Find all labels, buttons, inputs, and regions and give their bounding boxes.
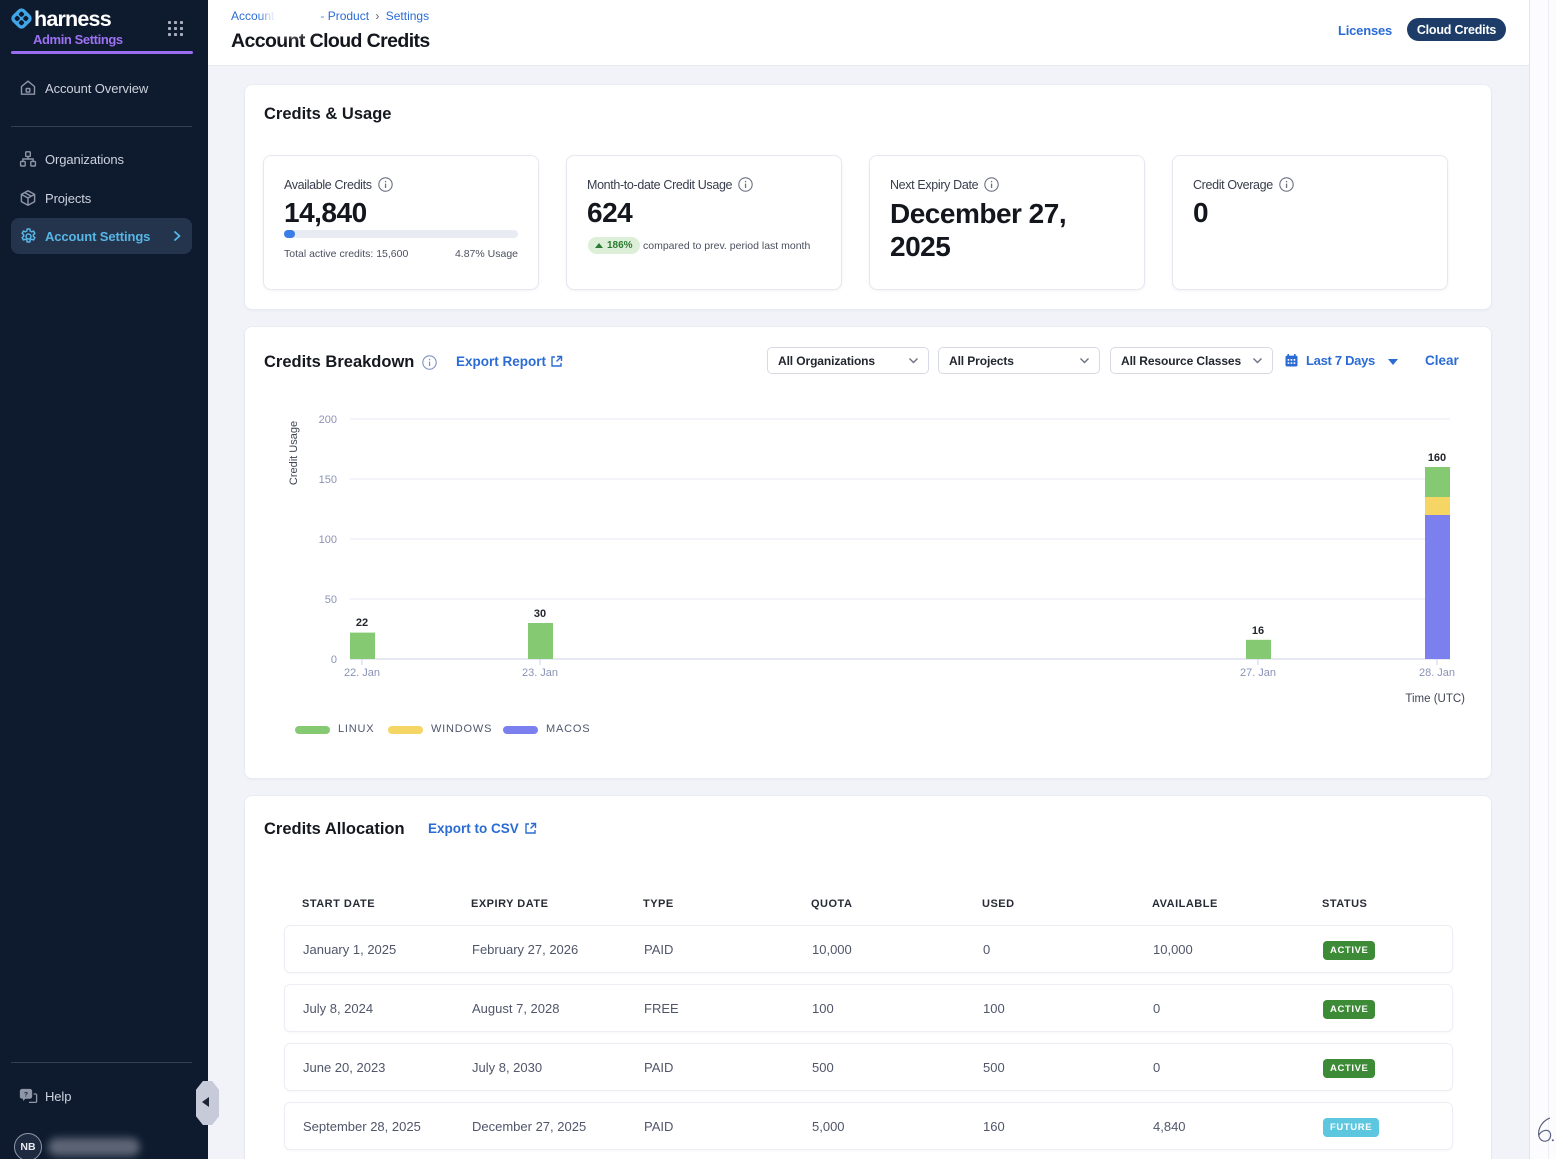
svg-text:Credit Usage: Credit Usage xyxy=(288,421,300,485)
svg-text:?: ? xyxy=(24,1091,28,1098)
svg-text:22: 22 xyxy=(356,617,368,629)
svg-text:100: 100 xyxy=(319,534,337,546)
svg-text:30: 30 xyxy=(534,608,546,620)
svg-text:50: 50 xyxy=(325,594,337,606)
svg-text:16: 16 xyxy=(1252,625,1264,637)
svg-text:27. Jan: 27. Jan xyxy=(1240,667,1276,679)
svg-text:28. Jan: 28. Jan xyxy=(1419,667,1455,679)
svg-text:150: 150 xyxy=(319,474,337,486)
svg-text:160: 160 xyxy=(1428,452,1446,464)
svg-text:200: 200 xyxy=(319,414,337,426)
svg-text:23. Jan: 23. Jan xyxy=(522,667,558,679)
svg-text:22. Jan: 22. Jan xyxy=(344,667,380,679)
svg-text:0: 0 xyxy=(331,654,337,666)
svg-text:Time (UTC): Time (UTC) xyxy=(1405,693,1465,705)
